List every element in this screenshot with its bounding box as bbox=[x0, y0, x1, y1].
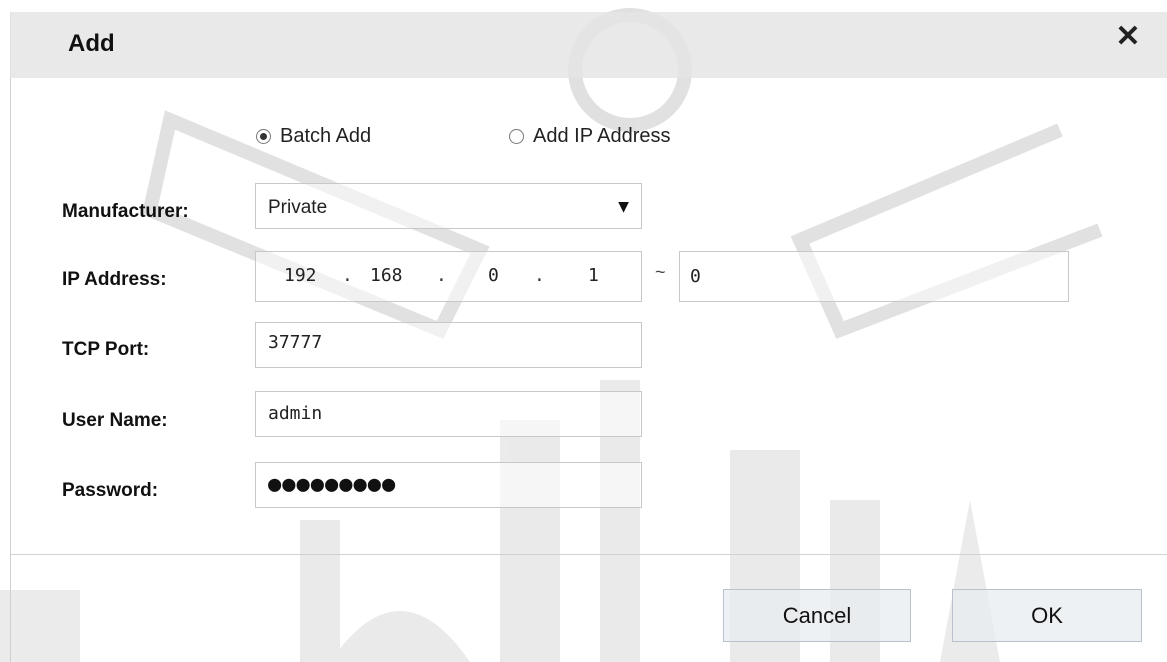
cancel-button[interactable]: Cancel bbox=[723, 589, 911, 642]
user-name-value: admin bbox=[268, 403, 323, 424]
add-ip-address-radio[interactable] bbox=[509, 129, 524, 144]
manufacturer-value: Private bbox=[268, 197, 328, 218]
batch-add-label: Batch Add bbox=[280, 125, 372, 147]
footer-divider bbox=[10, 554, 1167, 555]
ip-address-start-input[interactable]: 192 . 168 . 0 . 1 bbox=[255, 251, 642, 302]
ip-octet-3[interactable]: 0 bbox=[488, 265, 499, 286]
batch-add-option[interactable]: Batch Add bbox=[256, 125, 371, 148]
manufacturer-label: Manufacturer: bbox=[62, 201, 189, 222]
add-ip-address-option[interactable]: Add IP Address bbox=[509, 125, 671, 148]
batch-add-radio[interactable] bbox=[256, 129, 271, 144]
dialog-title: Add bbox=[68, 30, 115, 57]
password-mask: ●●●●●●●●● bbox=[268, 472, 397, 497]
tcp-port-label: TCP Port: bbox=[62, 339, 150, 360]
ip-end-value: 0 bbox=[690, 266, 701, 287]
add-device-dialog: Add ✕ Batch Add Add IP Address Manufactu… bbox=[0, 0, 1167, 662]
password-input[interactable]: ●●●●●●●●● bbox=[255, 462, 642, 508]
ip-range-separator: ~ bbox=[655, 262, 666, 282]
ok-button[interactable]: OK bbox=[952, 589, 1142, 642]
user-name-label: User Name: bbox=[62, 410, 168, 431]
add-ip-address-label: Add IP Address bbox=[533, 125, 671, 147]
close-icon[interactable]: ✕ bbox=[1113, 22, 1143, 52]
dialog-titlebar bbox=[10, 12, 1167, 78]
dialog-border bbox=[10, 12, 11, 662]
manufacturer-select[interactable]: Private ▼ bbox=[255, 183, 642, 229]
ip-dot: . bbox=[342, 265, 353, 286]
ip-octet-4[interactable]: 1 bbox=[588, 265, 599, 286]
ip-dot: . bbox=[436, 265, 447, 286]
ip-address-label: IP Address: bbox=[62, 269, 167, 290]
password-label: Password: bbox=[62, 480, 159, 501]
ip-dot: . bbox=[534, 265, 545, 286]
ip-octet-2[interactable]: 168 bbox=[370, 265, 403, 286]
ip-octet-1[interactable]: 192 bbox=[284, 265, 317, 286]
user-name-input[interactable]: admin bbox=[255, 391, 642, 437]
ip-address-end-input[interactable]: 0 bbox=[679, 251, 1069, 302]
tcp-port-value: 37777 bbox=[268, 332, 323, 353]
tcp-port-input[interactable]: 37777 bbox=[255, 322, 642, 368]
dropdown-arrow-icon: ▼ bbox=[618, 196, 629, 217]
